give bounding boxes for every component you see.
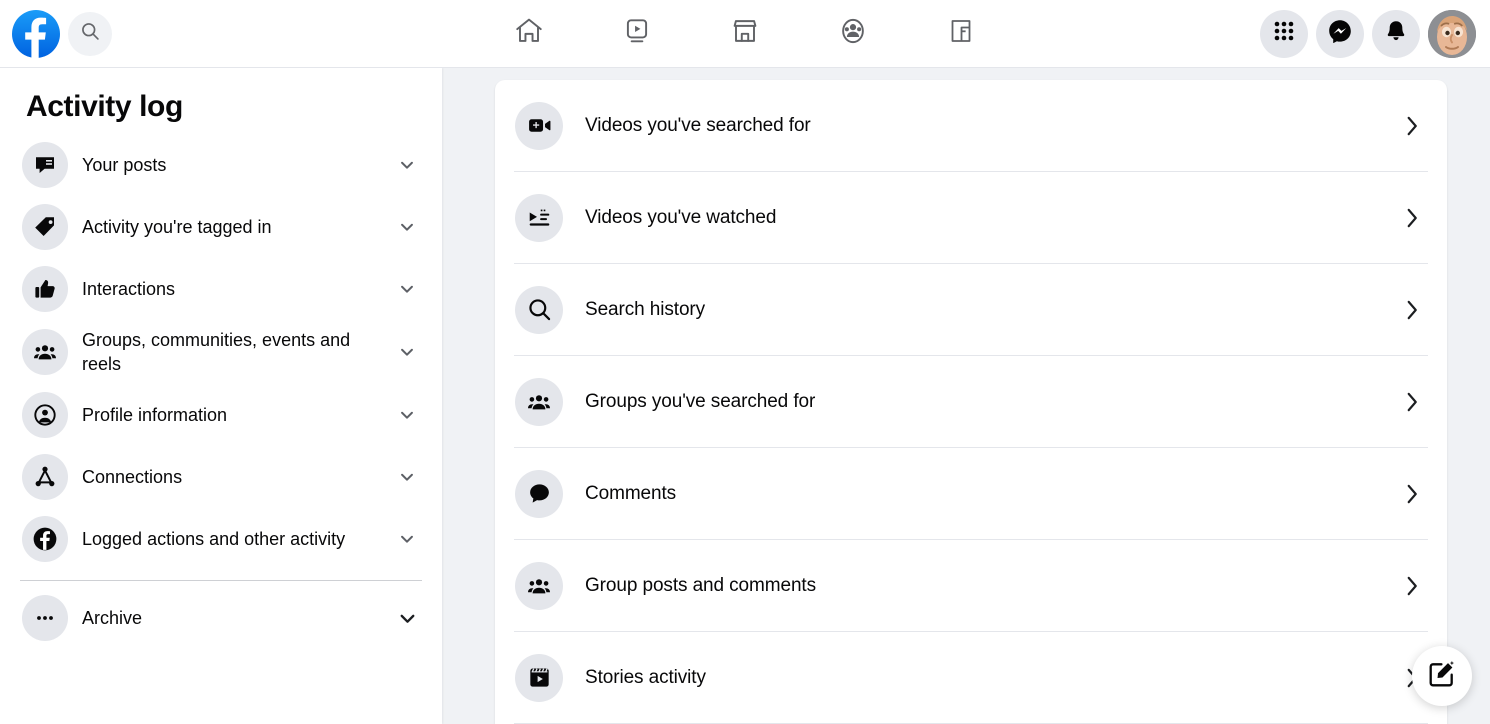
groups-people-icon: [515, 377, 563, 426]
sidebar-item-logged-actions[interactable]: Logged actions and other activity: [14, 508, 428, 570]
header-right-group: [1260, 9, 1476, 58]
bell-icon: [1384, 19, 1408, 48]
chevron-down-icon[interactable]: [396, 530, 418, 548]
list-item-label: Comments: [585, 482, 677, 504]
sidebar-item-profile-information[interactable]: Profile information: [14, 384, 428, 446]
chevron-down-icon[interactable]: [396, 468, 418, 486]
list-item-label: Group posts and comments: [585, 574, 816, 596]
compose-button[interactable]: [1412, 646, 1472, 706]
sidebar-item-label: Activity you're tagged in: [82, 217, 272, 237]
sidebar-item-your-posts[interactable]: Your posts: [14, 134, 428, 196]
search-icon: [80, 21, 100, 46]
sidebar-item-label: Logged actions and other activity: [82, 529, 346, 549]
home-icon: [514, 16, 544, 51]
menu-button[interactable]: [1260, 9, 1308, 58]
top-navigation-bar: [0, 0, 1490, 68]
list-item-label: Videos you've watched: [585, 206, 777, 228]
nav-tab-marketplace[interactable]: [716, 8, 774, 60]
video-play-icon: [622, 16, 652, 51]
sidebar-item-groups-communities-events-reels[interactable]: Groups, communities, events and reels: [14, 320, 428, 384]
chevron-down-icon[interactable]: [396, 218, 418, 236]
list-item[interactable]: Comments: [495, 448, 1447, 539]
groups-people-icon: [515, 561, 563, 610]
chevron-right-icon[interactable]: [1404, 573, 1427, 599]
chevron-down-icon[interactable]: [396, 608, 418, 629]
chevron-right-icon[interactable]: [1404, 389, 1427, 415]
list-item[interactable]: Stories activity: [495, 632, 1447, 723]
sidebar-item-archive[interactable]: Archive: [14, 587, 428, 649]
sidebar-item-label: Groups, communities, events and reels: [82, 330, 351, 374]
marketplace-store-icon: [730, 16, 760, 51]
chevron-right-icon[interactable]: [1404, 205, 1427, 231]
sidebar-divider: [20, 580, 422, 581]
comment-bubble-icon: [515, 469, 563, 518]
sidebar-item-label: Your posts: [82, 155, 167, 175]
tag-icon: [22, 204, 68, 250]
list-item-label: Stories activity: [585, 666, 706, 688]
list-item[interactable]: Search history: [495, 264, 1447, 355]
nav-tab-home[interactable]: [500, 8, 558, 60]
profile-avatar[interactable]: [1428, 9, 1476, 58]
profile-circle-icon: [22, 392, 68, 438]
header-left-group: [0, 9, 300, 58]
nav-tab-groups[interactable]: [824, 8, 882, 60]
list-item-label: Videos you've searched for: [585, 114, 811, 136]
messenger-button[interactable]: [1316, 9, 1364, 58]
gaming-icon: [947, 17, 975, 50]
ellipsis-icon: [22, 595, 68, 641]
search-button[interactable]: [68, 11, 112, 56]
sidebar-item-connections[interactable]: Connections: [14, 446, 428, 508]
list-item[interactable]: Groups you've searched for: [495, 356, 1447, 447]
post-comment-icon: [22, 142, 68, 188]
sidebar-item-activity-tagged-in[interactable]: Activity you're tagged in: [14, 196, 428, 258]
messenger-icon: [1328, 19, 1352, 48]
facebook-logo[interactable]: [12, 9, 60, 58]
sidebar-item-label: Archive: [82, 608, 143, 628]
chevron-down-icon[interactable]: [396, 406, 418, 424]
sidebar-item-label: Interactions: [82, 279, 176, 299]
chevron-right-icon[interactable]: [1404, 297, 1427, 323]
notifications-button[interactable]: [1372, 9, 1420, 58]
nav-tab-gaming[interactable]: [932, 8, 990, 60]
sidebar-item-label: Profile information: [82, 405, 228, 425]
list-item-label: Groups you've searched for: [585, 390, 816, 412]
facebook-f-icon: [22, 516, 68, 562]
groups-people-icon: [22, 329, 68, 375]
stories-clapper-icon: [515, 653, 563, 702]
list-item[interactable]: Videos you've watched: [495, 172, 1447, 263]
chevron-down-icon[interactable]: [396, 280, 418, 298]
page-title: Activity log: [26, 90, 183, 123]
nav-tab-video[interactable]: [608, 8, 666, 60]
grid-menu-icon: [1273, 20, 1295, 47]
chevron-down-icon[interactable]: [396, 156, 418, 174]
chevron-down-icon[interactable]: [396, 343, 418, 361]
chevron-right-icon[interactable]: [1404, 481, 1427, 507]
main-content-area: Videos you've searched for Videos you've…: [442, 68, 1490, 724]
search-icon: [515, 285, 563, 334]
edit-compose-icon: [1427, 659, 1457, 694]
groups-people-icon: [838, 16, 868, 51]
activity-list-card: Videos you've searched for Videos you've…: [495, 80, 1447, 724]
sidebar-item-interactions[interactable]: Interactions: [14, 258, 428, 320]
activity-log-sidebar: Activity log Your posts Activity you're …: [0, 68, 442, 724]
connections-network-icon: [22, 454, 68, 500]
header-nav-tabs: [500, 8, 990, 60]
video-playlist-icon: [515, 193, 563, 242]
sidebar-item-label: Connections: [82, 467, 183, 487]
list-item[interactable]: Group posts and comments: [495, 540, 1447, 631]
list-item[interactable]: Videos you've searched for: [495, 80, 1447, 171]
list-item-label: Search history: [585, 298, 706, 320]
chevron-right-icon[interactable]: [1404, 113, 1427, 139]
video-add-icon: [515, 101, 563, 150]
thumbs-up-icon: [22, 266, 68, 312]
